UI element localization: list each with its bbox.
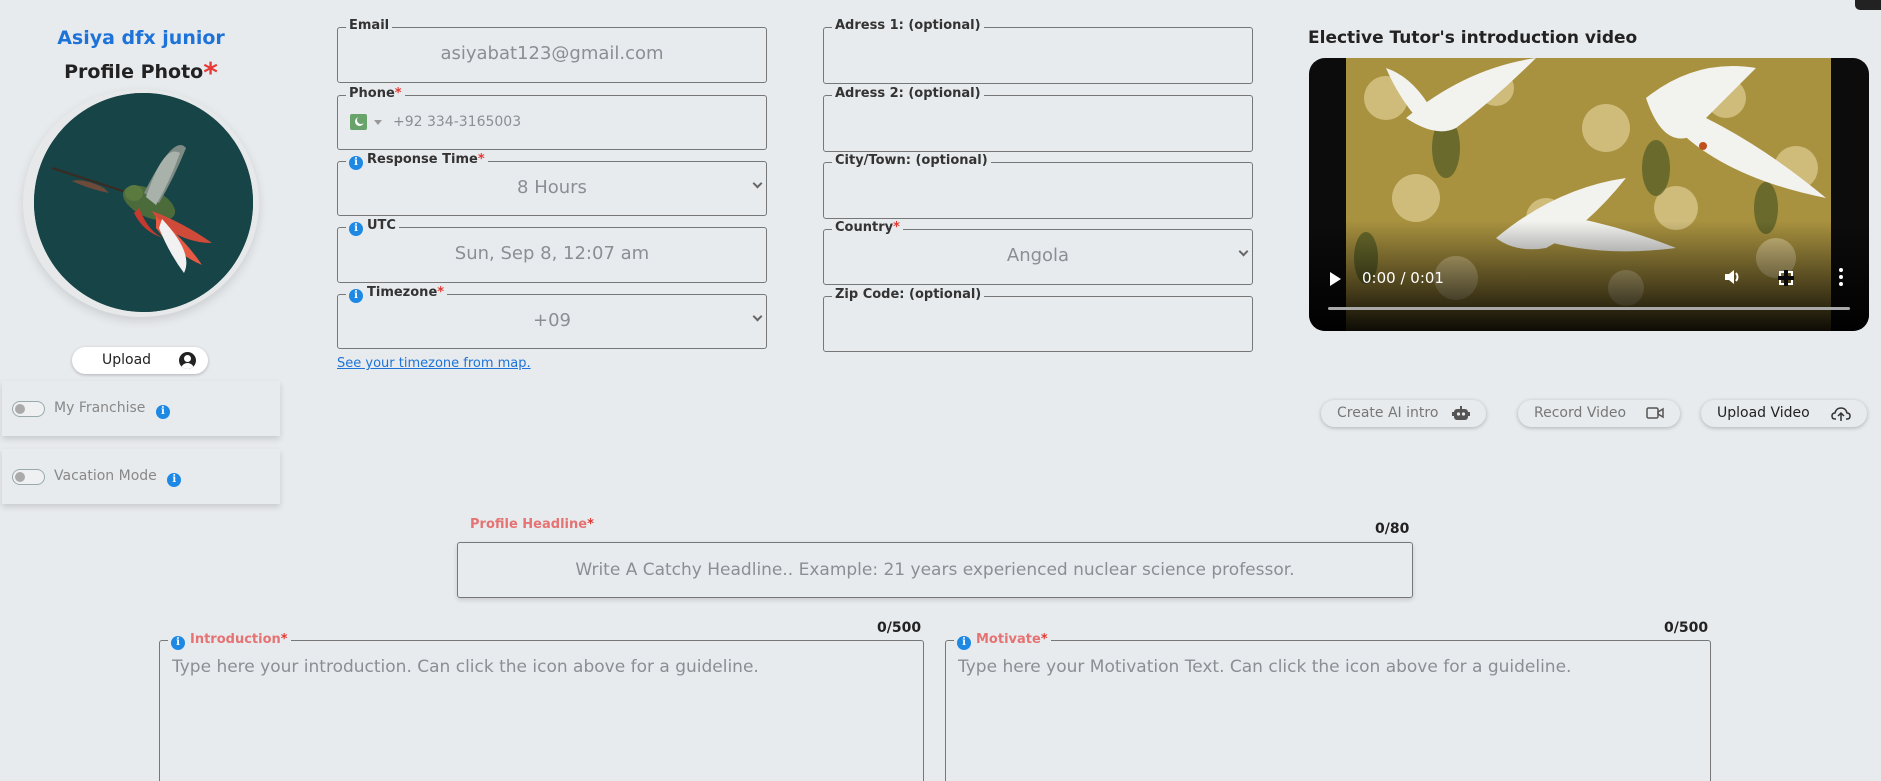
info-icon[interactable]: i: [349, 222, 363, 236]
required-mark: *: [203, 56, 218, 89]
country-dropdown-icon[interactable]: [374, 120, 382, 125]
introduction-textarea[interactable]: Type here your introduction. Can click t…: [159, 640, 924, 781]
zip-field[interactable]: Zip Code: (optional): [823, 287, 1253, 352]
franchise-card: My Franchise i: [2, 381, 280, 436]
video-camera-icon: [1646, 407, 1664, 419]
upload-video-button[interactable]: Upload Video: [1701, 400, 1867, 427]
more-options-icon[interactable]: [1839, 268, 1843, 286]
avatar[interactable]: [23, 89, 259, 317]
timezone-label: i Timezone*: [346, 285, 448, 303]
vacation-label: Vacation Mode i: [54, 468, 182, 487]
vacation-text: Vacation Mode: [54, 468, 157, 484]
upload-label: Upload: [102, 352, 152, 368]
timezone-select[interactable]: i Timezone* +09: [337, 285, 767, 349]
utc-value: Sun, Sep 8, 12:07 am: [454, 243, 650, 264]
country-select[interactable]: Country* Angola: [823, 220, 1253, 285]
upload-video-label: Upload Video: [1717, 405, 1810, 421]
video-title: Elective Tutor's introduction video: [1308, 28, 1638, 48]
motivate-char-count: 0/500: [1664, 620, 1709, 636]
record-video-label: Record Video: [1534, 405, 1627, 421]
introduction-char-count: 0/500: [877, 620, 922, 636]
zip-label: Zip Code: (optional): [832, 287, 985, 302]
city-label: City/Town: (optional): [832, 153, 991, 168]
country-value: Angola: [1006, 245, 1070, 266]
phone-label: Phone*: [346, 86, 405, 101]
city-field[interactable]: City/Town: (optional): [823, 153, 1253, 219]
vacation-toggle[interactable]: [12, 469, 45, 485]
pakistan-flag-icon[interactable]: [350, 114, 367, 130]
info-icon[interactable]: i: [957, 636, 971, 650]
record-video-button[interactable]: Record Video: [1518, 400, 1680, 427]
video-progress-bar[interactable]: [1328, 307, 1850, 310]
introduction-placeholder: Type here your introduction. Can click t…: [172, 657, 759, 677]
user-icon: [179, 352, 196, 369]
profile-photo-text: Profile Photo: [64, 61, 204, 83]
vacation-card: Vacation Mode i: [2, 449, 280, 504]
franchise-text: My Franchise: [54, 400, 146, 416]
utc-field[interactable]: i UTC Sun, Sep 8, 12:07 am: [337, 218, 767, 283]
timezone-map-link[interactable]: See your timezone from map.: [337, 356, 531, 371]
upload-photo-button[interactable]: Upload: [72, 347, 208, 374]
motivate-textarea[interactable]: Type here your Motivation Text. Can clic…: [945, 640, 1711, 781]
headline-placeholder: Write A Catchy Headline.. Example: 21 ye…: [575, 560, 1295, 580]
introduction-label: i Introduction*: [168, 632, 291, 650]
window-corner-tab: [1855, 0, 1881, 10]
profile-photo-label: Profile Photo*: [0, 56, 282, 89]
play-icon[interactable]: [1330, 272, 1341, 286]
timezone-value: +09: [533, 310, 571, 331]
avatar-image: [34, 93, 253, 312]
email-label: Email: [346, 18, 393, 33]
phone-value: +92 334-3165003: [393, 114, 522, 130]
info-icon[interactable]: i: [349, 289, 363, 303]
franchise-toggle[interactable]: [12, 401, 45, 417]
robot-icon: [1452, 406, 1470, 420]
intro-video-player[interactable]: 0:00 / 0:01: [1309, 58, 1869, 331]
fullscreen-icon[interactable]: [1778, 270, 1794, 286]
country-label: Country*: [832, 220, 903, 235]
headline-char-count: 0/80: [1375, 521, 1410, 537]
address1-label: Adress 1: (optional): [832, 18, 984, 33]
utc-label: i UTC: [346, 218, 399, 236]
response-time-label: i Response Time*: [346, 152, 488, 170]
address1-field[interactable]: Adress 1: (optional): [823, 18, 1253, 84]
email-value: asiyabat123@gmail.com: [440, 43, 664, 64]
hummingbird-image: [34, 93, 253, 312]
franchise-label: My Franchise i: [54, 400, 170, 419]
cloud-upload-icon: [1831, 407, 1851, 421]
headline-label: Profile Headline*: [470, 517, 594, 532]
info-icon[interactable]: i: [155, 405, 170, 419]
motivate-placeholder: Type here your Motivation Text. Can clic…: [958, 657, 1572, 677]
phone-field[interactable]: Phone* +92 334-3165003: [337, 86, 767, 150]
video-time: 0:00 / 0:01: [1362, 269, 1444, 287]
motivate-label: i Motivate*: [954, 632, 1051, 650]
volume-icon[interactable]: [1724, 269, 1742, 285]
create-ai-intro-button[interactable]: Create AI intro: [1321, 400, 1486, 427]
response-time-select[interactable]: i Response Time* 8 Hours: [337, 152, 767, 216]
address2-label: Adress 2: (optional): [832, 86, 984, 101]
user-name: Asiya dfx junior: [57, 27, 225, 49]
headline-input[interactable]: Write A Catchy Headline.. Example: 21 ye…: [457, 542, 1413, 598]
info-icon[interactable]: i: [349, 156, 363, 170]
create-ai-intro-label: Create AI intro: [1337, 405, 1439, 421]
email-field[interactable]: Email asiyabat123@gmail.com: [337, 18, 767, 83]
info-icon[interactable]: i: [167, 473, 182, 487]
address2-field[interactable]: Adress 2: (optional): [823, 86, 1253, 152]
info-icon[interactable]: i: [171, 636, 185, 650]
response-time-value: 8 Hours: [517, 177, 587, 198]
